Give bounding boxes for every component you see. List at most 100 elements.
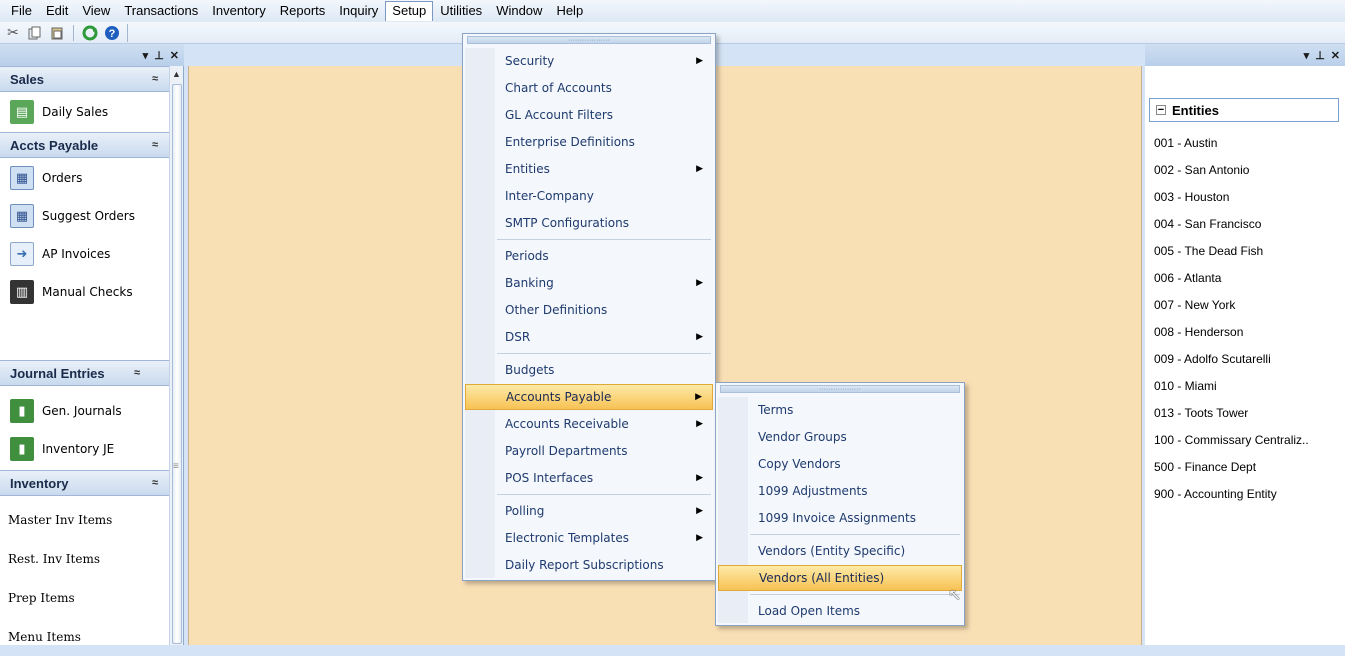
- menu-grip[interactable]: ··················: [720, 385, 960, 393]
- pin-icon[interactable]: ⊥: [154, 49, 164, 62]
- menu-item-copy-vendors[interactable]: Copy Vendors: [718, 451, 962, 477]
- menu-item-dsr[interactable]: DSR ▶: [465, 324, 713, 350]
- nav-item-menu-items[interactable]: Menu Items: [0, 618, 170, 656]
- paste-icon[interactable]: [48, 24, 66, 42]
- menu-item-gl-account-filters[interactable]: GL Account Filters: [465, 102, 713, 128]
- close-icon[interactable]: ✕: [170, 49, 179, 62]
- menu-setup[interactable]: Setup: [385, 1, 434, 21]
- section-header-sales[interactable]: Sales ≈: [0, 66, 170, 92]
- entity-item[interactable]: 003 - Houston: [1154, 190, 1229, 204]
- menu-grip[interactable]: ··················: [467, 36, 711, 44]
- submenu-arrow-icon: ▶: [696, 278, 703, 288]
- entity-item[interactable]: 001 - Austin: [1154, 136, 1217, 150]
- dropdown-arrow-icon[interactable]: ▾: [1304, 49, 1310, 62]
- entity-item[interactable]: 002 - San Antonio: [1154, 163, 1249, 177]
- menu-utilities[interactable]: Utilities: [433, 1, 489, 21]
- left-panel-scrollbar[interactable]: ▲ ≡: [169, 66, 183, 645]
- close-icon[interactable]: ✕: [1331, 49, 1340, 62]
- entity-item[interactable]: 007 - New York: [1154, 298, 1235, 312]
- collapse-minus-icon[interactable]: −: [1156, 105, 1166, 116]
- scissors-icon[interactable]: ✂: [4, 24, 22, 42]
- nav-item-daily-sales[interactable]: ▤ Daily Sales: [0, 93, 170, 131]
- nav-item-orders[interactable]: ▦ Orders: [0, 159, 170, 197]
- menu-transactions[interactable]: Transactions: [117, 1, 205, 21]
- menu-item-periods[interactable]: Periods: [465, 243, 713, 269]
- entity-item[interactable]: 500 - Finance Dept: [1154, 460, 1256, 474]
- menu-help[interactable]: Help: [549, 1, 590, 21]
- menu-item-electronic-templates[interactable]: Electronic Templates ▶: [465, 525, 713, 551]
- nav-item-suggest-orders[interactable]: ▦ Suggest Orders: [0, 197, 170, 235]
- entity-item[interactable]: 004 - San Francisco: [1154, 217, 1261, 231]
- scrollbar-thumb[interactable]: [172, 84, 182, 644]
- menu-item-polling[interactable]: Polling ▶: [465, 498, 713, 524]
- menu-item-smtp-configurations[interactable]: SMTP Configurations: [465, 210, 713, 236]
- nav-item-inventory-je[interactable]: ▮ Inventory JE: [0, 430, 170, 468]
- menu-item-accounts-receivable[interactable]: Accounts Receivable ▶: [465, 411, 713, 437]
- entity-item[interactable]: 006 - Atlanta: [1154, 271, 1221, 285]
- menu-item-vendors-all-entities[interactable]: Vendors (All Entities): [718, 565, 962, 591]
- menu-item-chart-of-accounts[interactable]: Chart of Accounts: [465, 75, 713, 101]
- menu-item-1099-invoice-assignments[interactable]: 1099 Invoice Assignments: [718, 505, 962, 531]
- menu-item-daily-report-subscriptions[interactable]: Daily Report Subscriptions: [465, 552, 713, 578]
- menu-inquiry[interactable]: Inquiry: [332, 1, 385, 21]
- section-header-journal-entries[interactable]: Journal Entries ≈: [0, 360, 170, 386]
- menu-bar: File Edit View Transactions Inventory Re…: [0, 0, 1345, 22]
- menu-item-banking[interactable]: Banking ▶: [465, 270, 713, 296]
- menu-item-payroll-departments[interactable]: Payroll Departments: [465, 438, 713, 464]
- nav-item-prep-items[interactable]: Prep Items: [0, 579, 170, 617]
- section-header-inventory[interactable]: Inventory ≈: [0, 470, 170, 496]
- menu-separator: [497, 239, 711, 240]
- gen-journals-icon: ▮: [10, 399, 34, 423]
- menu-item-pos-interfaces[interactable]: POS Interfaces ▶: [465, 465, 713, 491]
- help-icon[interactable]: ?: [103, 24, 121, 42]
- section-header-accts-payable[interactable]: Accts Payable ≈: [0, 132, 170, 158]
- daily-sales-icon: ▤: [10, 100, 34, 124]
- nav-item-gen-journals[interactable]: ▮ Gen. Journals: [0, 392, 170, 430]
- menu-item-budgets[interactable]: Budgets: [465, 357, 713, 383]
- entity-item[interactable]: 100 - Commissary Centraliz..: [1154, 433, 1309, 447]
- inventory-je-icon: ▮: [10, 437, 34, 461]
- menu-item-1099-adjustments[interactable]: 1099 Adjustments: [718, 478, 962, 504]
- entity-item[interactable]: 013 - Toots Tower: [1154, 406, 1248, 420]
- menu-item-vendors-entity-specific[interactable]: Vendors (Entity Specific): [718, 538, 962, 564]
- menu-item-load-open-items[interactable]: Load Open Items: [718, 598, 962, 624]
- scroll-up-icon[interactable]: ▲: [172, 69, 181, 79]
- nav-item-master-inv-items[interactable]: Master Inv Items: [0, 501, 170, 539]
- collapse-icon[interactable]: ≈: [152, 139, 158, 151]
- entity-item[interactable]: 005 - The Dead Fish: [1154, 244, 1263, 258]
- entity-item[interactable]: 008 - Henderson: [1154, 325, 1243, 339]
- nav-item-ap-invoices[interactable]: ➜ AP Invoices: [0, 235, 170, 273]
- menu-file[interactable]: File: [4, 1, 39, 21]
- dropdown-arrow-icon[interactable]: ▾: [143, 49, 149, 62]
- entity-item[interactable]: 900 - Accounting Entity: [1154, 487, 1277, 501]
- entity-item[interactable]: 010 - Miami: [1154, 379, 1217, 393]
- menu-item-entities[interactable]: Entities ▶: [465, 156, 713, 182]
- menu-item-accounts-payable[interactable]: Accounts Payable ▶: [465, 384, 713, 410]
- menu-separator: [750, 534, 960, 535]
- nav-item-rest-inv-items[interactable]: Rest. Inv Items: [0, 540, 170, 578]
- menu-item-terms[interactable]: Terms: [718, 397, 962, 423]
- nav-item-manual-checks[interactable]: ▥ Manual Checks: [0, 273, 170, 311]
- menu-item-enterprise-definitions[interactable]: Enterprise Definitions: [465, 129, 713, 155]
- menu-inventory[interactable]: Inventory: [205, 1, 272, 21]
- submenu-arrow-icon: ▶: [696, 419, 703, 429]
- copy-icon[interactable]: [26, 24, 44, 42]
- menu-view[interactable]: View: [75, 1, 117, 21]
- entities-tree-header[interactable]: − Entities: [1149, 98, 1339, 122]
- menu-window[interactable]: Window: [489, 1, 549, 21]
- entity-item[interactable]: 009 - Adolfo Scutarelli: [1154, 352, 1271, 366]
- menu-separator: [497, 353, 711, 354]
- menu-item-other-definitions[interactable]: Other Definitions: [465, 297, 713, 323]
- submenu-arrow-icon: ▶: [696, 506, 703, 516]
- menu-item-inter-company[interactable]: Inter-Company: [465, 183, 713, 209]
- menu-item-vendor-groups[interactable]: Vendor Groups: [718, 424, 962, 450]
- collapse-icon[interactable]: ≈: [152, 477, 158, 489]
- collapse-icon[interactable]: ≈: [134, 367, 140, 379]
- menu-reports[interactable]: Reports: [273, 1, 333, 21]
- pin-icon[interactable]: ⊥: [1315, 49, 1325, 62]
- svg-text:?: ?: [109, 28, 116, 40]
- collapse-icon[interactable]: ≈: [152, 73, 158, 85]
- menu-item-security[interactable]: Security ▶: [465, 48, 713, 74]
- menu-edit[interactable]: Edit: [39, 1, 75, 21]
- refresh-icon[interactable]: [81, 24, 99, 42]
